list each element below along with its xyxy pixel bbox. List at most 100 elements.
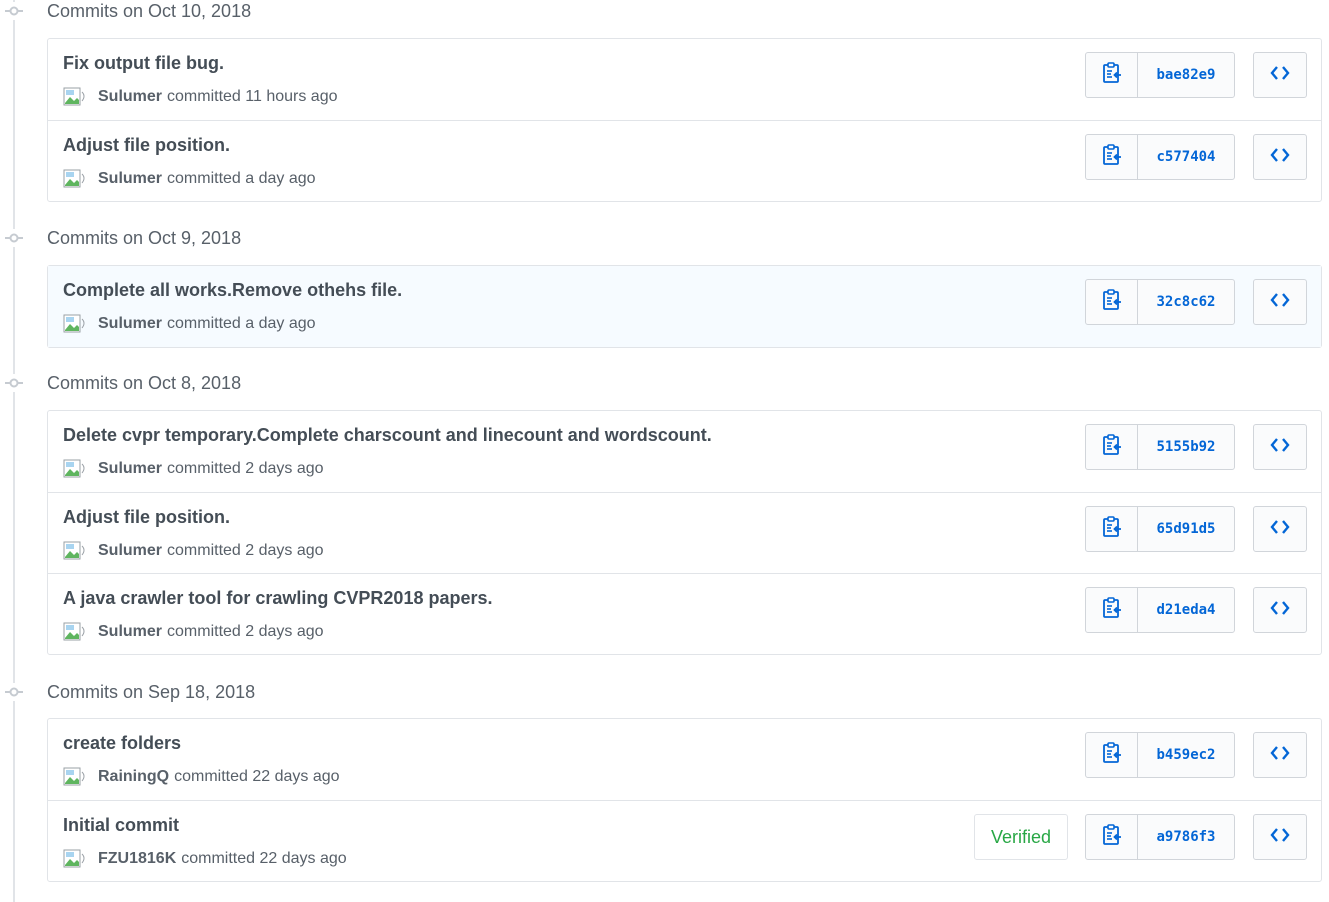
commit-meta: Sulumer committed 2 days ago [63, 459, 324, 479]
commit-action: committed [167, 460, 241, 477]
code-icon [1270, 292, 1290, 313]
broken-image-icon[interactable] [63, 849, 87, 869]
commit-author-link[interactable]: Sulumer [98, 623, 162, 641]
commit-message-link[interactable]: Complete all works.Remove othehs file. [63, 280, 402, 301]
sha-button-group: bae82e9 [1085, 52, 1235, 98]
code-icon [1270, 147, 1290, 168]
browse-tree-button[interactable] [1253, 52, 1307, 98]
commit-author-link[interactable]: Sulumer [98, 88, 162, 106]
git-commit-icon [5, 374, 23, 392]
commit-sha-link[interactable]: a9786f3 [1138, 815, 1234, 859]
copy-sha-button[interactable] [1086, 588, 1138, 632]
git-commit-icon [5, 683, 23, 701]
commit-author-link[interactable]: Sulumer [98, 460, 162, 478]
clippy-icon [1102, 433, 1122, 461]
broken-image-icon[interactable] [63, 541, 87, 561]
commit-action: committed [167, 170, 241, 187]
commit-sha-link[interactable]: d21eda4 [1138, 588, 1234, 632]
commit-message-link[interactable]: create folders [63, 733, 181, 754]
copy-sha-button[interactable] [1086, 280, 1138, 324]
commit-message-link[interactable]: Delete cvpr temporary.Complete charscoun… [63, 425, 712, 446]
commit-sha-link[interactable]: c577404 [1138, 135, 1234, 179]
commit-author-link[interactable]: RainingQ [98, 768, 169, 786]
commit-sha-link[interactable]: 32c8c62 [1138, 280, 1234, 324]
commit-list: Complete all works.Remove othehs file. S… [47, 265, 1322, 348]
commit-message-link[interactable]: Fix output file bug. [63, 53, 224, 74]
sha-button-group: 32c8c62 [1085, 279, 1235, 325]
commit-action: committed [167, 542, 241, 559]
commit-sha-link[interactable]: 65d91d5 [1138, 507, 1234, 551]
commit-message-link[interactable]: Initial commit [63, 815, 179, 836]
commit-sha-link[interactable]: b459ec2 [1138, 733, 1234, 777]
broken-image-icon[interactable] [63, 459, 87, 479]
commit-time: 11 hours ago [245, 88, 338, 105]
sha-button-group: b459ec2 [1085, 732, 1235, 778]
browse-tree-button[interactable] [1253, 732, 1307, 778]
git-commit-icon [5, 229, 23, 247]
clippy-icon [1102, 515, 1122, 543]
commit-time: a day ago [245, 315, 316, 332]
commit-time: 2 days ago [245, 623, 324, 640]
copy-sha-button[interactable] [1086, 815, 1138, 859]
sha-button-group: d21eda4 [1085, 587, 1235, 633]
commit-list: Delete cvpr temporary.Complete charscoun… [47, 410, 1322, 655]
commit-meta: RainingQ committed 22 days ago [63, 767, 340, 787]
clippy-icon [1102, 143, 1122, 171]
commit-row: Complete all works.Remove othehs file. S… [48, 266, 1321, 347]
copy-sha-button[interactable] [1086, 53, 1138, 97]
commit-action: committed [167, 623, 241, 640]
commit-group-title: Commits on Oct 9, 2018 [47, 228, 242, 248]
commit-author-link[interactable]: Sulumer [98, 315, 162, 333]
commit-message-link[interactable]: Adjust file position. [63, 507, 230, 528]
broken-image-icon[interactable] [63, 87, 87, 107]
commit-author-link[interactable]: Sulumer [98, 170, 162, 188]
browse-tree-button[interactable] [1253, 134, 1307, 180]
commit-time: 22 days ago [252, 768, 340, 785]
sha-button-group: 5155b92 [1085, 424, 1235, 470]
code-icon [1270, 827, 1290, 848]
commit-row: Adjust file position. Sulumer committed … [48, 492, 1321, 573]
sha-button-group: 65d91d5 [1085, 506, 1235, 552]
commit-author-link[interactable]: FZU1816K [98, 850, 176, 868]
commit-time: 2 days ago [245, 460, 324, 477]
copy-sha-button[interactable] [1086, 507, 1138, 551]
code-icon [1270, 437, 1290, 458]
commit-sha-link[interactable]: 5155b92 [1138, 425, 1234, 469]
commit-author-link[interactable]: Sulumer [98, 542, 162, 560]
clippy-icon [1102, 823, 1122, 851]
browse-tree-button[interactable] [1253, 424, 1307, 470]
broken-image-icon[interactable] [63, 314, 87, 334]
commit-sha-link[interactable]: bae82e9 [1138, 53, 1234, 97]
broken-image-icon[interactable] [63, 169, 87, 189]
commit-message-link[interactable]: Adjust file position. [63, 135, 230, 156]
copy-sha-button[interactable] [1086, 733, 1138, 777]
copy-sha-button[interactable] [1086, 135, 1138, 179]
commit-time: a day ago [245, 170, 316, 187]
browse-tree-button[interactable] [1253, 279, 1307, 325]
commit-row: Adjust file position. Sulumer committed … [48, 120, 1321, 201]
browse-tree-button[interactable] [1253, 506, 1307, 552]
copy-sha-button[interactable] [1086, 425, 1138, 469]
commit-message-link[interactable]: A java crawler tool for crawling CVPR201… [63, 588, 493, 609]
code-icon [1270, 745, 1290, 766]
clippy-icon [1102, 288, 1122, 316]
verified-badge[interactable]: Verified [974, 814, 1068, 860]
browse-tree-button[interactable] [1253, 814, 1307, 860]
commit-group-title: Commits on Oct 8, 2018 [47, 373, 242, 393]
browse-tree-button[interactable] [1253, 587, 1307, 633]
broken-image-icon[interactable] [63, 622, 87, 642]
commit-row: Fix output file bug. Sulumer committed 1… [48, 39, 1321, 120]
commit-time: 2 days ago [245, 542, 324, 559]
commit-action: committed [167, 315, 241, 332]
sha-button-group: a9786f3 [1085, 814, 1235, 860]
code-icon [1270, 519, 1290, 540]
commit-list: Fix output file bug. Sulumer committed 1… [47, 38, 1322, 202]
clippy-icon [1102, 596, 1122, 624]
git-commit-icon [5, 2, 23, 20]
code-icon [1270, 600, 1290, 621]
commit-list: create folders RainingQ committed 22 day… [47, 718, 1322, 882]
clippy-icon [1102, 741, 1122, 769]
commit-action: committed [167, 88, 241, 105]
broken-image-icon[interactable] [63, 767, 87, 787]
commit-meta: Sulumer committed 11 hours ago [63, 87, 337, 107]
